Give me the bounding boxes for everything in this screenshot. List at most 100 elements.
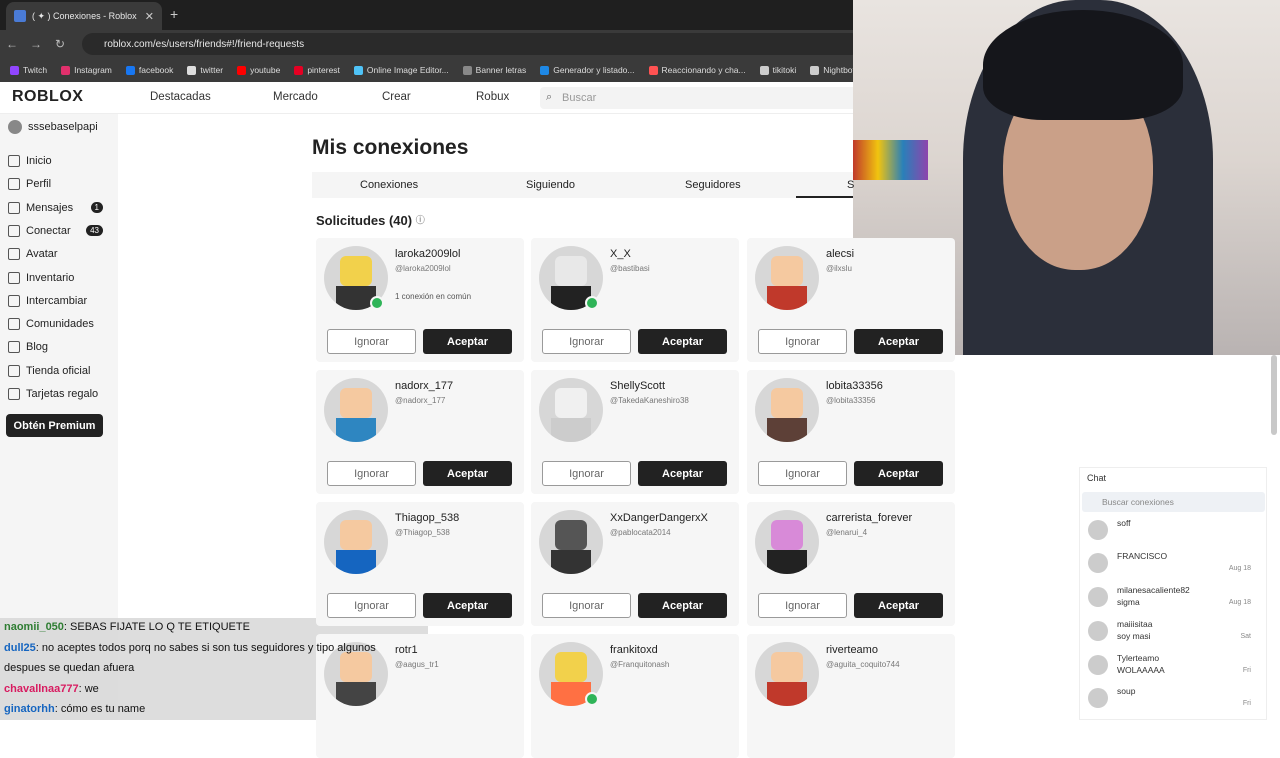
sidebar-item-inicio[interactable]: Inicio: [8, 151, 113, 171]
chat-conversation[interactable]: Tylerteamo WOLAAAAA Fri: [1085, 651, 1255, 679]
accept-button[interactable]: Aceptar: [638, 593, 727, 618]
request-username[interactable]: X_X: [610, 248, 631, 260]
chat-search-input[interactable]: Buscar conexiones: [1082, 492, 1265, 512]
sidebar-item-comunidades[interactable]: Comunidades: [8, 314, 113, 334]
bookmark-icon: [353, 65, 363, 75]
url-field[interactable]: roblox.com/es/users/friends#!/friend-req…: [82, 33, 862, 55]
bookmark-item[interactable]: Generador y listado...: [540, 65, 635, 75]
sidebar-item-blog[interactable]: Blog: [8, 337, 113, 357]
bookmark-item[interactable]: facebook: [125, 65, 173, 75]
avatar[interactable]: [539, 378, 603, 442]
bookmark-item[interactable]: Online Image Editor...: [353, 65, 449, 75]
avatar: [1088, 655, 1108, 675]
request-username[interactable]: rotr1: [395, 644, 418, 656]
stream-chat-user: chavallnaa777: [4, 682, 79, 695]
sidebar-user[interactable]: sssebaselpapi: [8, 120, 98, 134]
accept-button[interactable]: Aceptar: [854, 329, 943, 354]
avatar: [1088, 621, 1108, 641]
avatar-body: [336, 682, 376, 706]
chat-conversation[interactable]: soup Fri: [1085, 684, 1255, 712]
accept-button[interactable]: Aceptar: [423, 461, 512, 486]
sidebar-item-avatar[interactable]: Avatar: [8, 244, 113, 264]
chat-conversation[interactable]: FRANCISCO Aug 18: [1085, 549, 1255, 577]
sidebar-item-tienda-oficial[interactable]: Tienda oficial: [8, 361, 113, 381]
request-username[interactable]: XxDangerDangerxX: [610, 512, 708, 524]
tab-siguiendo[interactable]: Siguiendo: [526, 179, 575, 191]
request-username[interactable]: ShellyScott: [610, 380, 665, 392]
sidebar-item-label: Perfil: [26, 178, 52, 191]
accept-button[interactable]: Aceptar: [638, 329, 727, 354]
ignore-button[interactable]: Ignorar: [542, 329, 631, 354]
ignore-button[interactable]: Ignorar: [327, 593, 416, 618]
sidebar-item-mensajes[interactable]: Mensajes 1: [8, 198, 113, 218]
chat-time: Fri: [1242, 667, 1251, 674]
accept-button[interactable]: Aceptar: [854, 461, 943, 486]
bookmark-item[interactable]: twitter: [187, 65, 223, 75]
request-handle: @pablocata2014: [610, 528, 671, 537]
back-icon[interactable]: ←: [0, 37, 24, 51]
sidebar-item-inventario[interactable]: Inventario: [8, 268, 113, 288]
chat-conversation[interactable]: milanesacaliente82 sigma Aug 18: [1085, 583, 1255, 611]
tab-conexiones[interactable]: Conexiones: [360, 179, 418, 191]
bookmark-item[interactable]: Instagram: [61, 65, 112, 75]
accept-button[interactable]: Aceptar: [854, 593, 943, 618]
reload-icon[interactable]: ↻: [48, 37, 72, 51]
ignore-button[interactable]: Ignorar: [327, 329, 416, 354]
ignore-button[interactable]: Ignorar: [542, 461, 631, 486]
nav-crear[interactable]: Crear: [382, 91, 411, 103]
new-tab-button[interactable]: +: [170, 6, 178, 22]
avatar[interactable]: [755, 510, 819, 574]
bookmark-item[interactable]: Reaccionando y cha...: [648, 65, 746, 75]
ignore-button[interactable]: Ignorar: [758, 461, 847, 486]
accept-button[interactable]: Aceptar: [638, 461, 727, 486]
avatar[interactable]: [755, 246, 819, 310]
bookmark-item[interactable]: pinterest: [294, 65, 340, 75]
avatar[interactable]: [539, 510, 603, 574]
request-username[interactable]: carrerista_forever: [826, 512, 912, 524]
ignore-button[interactable]: Ignorar: [327, 461, 416, 486]
avatar[interactable]: [324, 378, 388, 442]
browser-tab[interactable]: ( ✦ ) Conexiones - Roblox ✕: [6, 2, 162, 30]
bookmark-icon: [10, 65, 19, 75]
sidebar-item-intercambiar[interactable]: Intercambiar: [8, 291, 113, 311]
ignore-button[interactable]: Ignorar: [542, 593, 631, 618]
tab-seguidores[interactable]: Seguidores: [685, 179, 741, 191]
sidebar-item-conectar[interactable]: Conectar 43: [8, 221, 113, 241]
forward-icon[interactable]: →: [24, 37, 48, 51]
gift-card-icon: [8, 388, 20, 400]
bookmark-item[interactable]: tikitoki: [759, 65, 796, 75]
ignore-button[interactable]: Ignorar: [758, 329, 847, 354]
nav-destacadas[interactable]: Destacadas: [150, 91, 211, 103]
scrollbar[interactable]: [1271, 355, 1277, 435]
accept-button[interactable]: Aceptar: [423, 593, 512, 618]
streamer-hair: [983, 10, 1183, 120]
request-username[interactable]: riverteamo: [826, 644, 878, 656]
request-username[interactable]: laroka2009lol: [395, 248, 460, 260]
close-tab-icon[interactable]: ✕: [145, 10, 154, 23]
request-username[interactable]: lobita33356: [826, 380, 883, 392]
sidebar-item-tarjetas-regalo[interactable]: Tarjetas regalo: [8, 384, 113, 404]
bookmark-item[interactable]: Twitch: [10, 65, 47, 75]
tab-solicitudes[interactable]: S: [847, 179, 854, 191]
request-username[interactable]: alecsi: [826, 248, 854, 260]
chat-conversation[interactable]: soff: [1085, 516, 1255, 544]
ignore-button[interactable]: Ignorar: [758, 593, 847, 618]
info-icon[interactable]: ⓘ: [416, 215, 425, 225]
avatar[interactable]: [324, 510, 388, 574]
search-input[interactable]: Buscar: [540, 87, 860, 109]
bookmark-item[interactable]: youtube: [237, 65, 280, 75]
request-username[interactable]: nadorx_177: [395, 380, 453, 392]
request-username[interactable]: Thiagop_538: [395, 512, 459, 524]
sidebar-item-perfil[interactable]: Perfil: [8, 174, 113, 194]
chat-conversation[interactable]: maiiisitaa soy masi Sat: [1085, 617, 1255, 645]
accept-button[interactable]: Aceptar: [423, 329, 512, 354]
bookmark-item[interactable]: Banner letras: [462, 65, 526, 75]
avatar[interactable]: [755, 378, 819, 442]
avatar-head: [555, 652, 587, 682]
nav-mercado[interactable]: Mercado: [273, 91, 318, 103]
avatar[interactable]: [755, 642, 819, 706]
roblox-logo[interactable]: ROBLOX: [12, 88, 83, 106]
request-username[interactable]: frankitoxd: [610, 644, 658, 656]
premium-button[interactable]: Obtén Premium: [6, 414, 103, 437]
nav-robux[interactable]: Robux: [476, 91, 509, 103]
